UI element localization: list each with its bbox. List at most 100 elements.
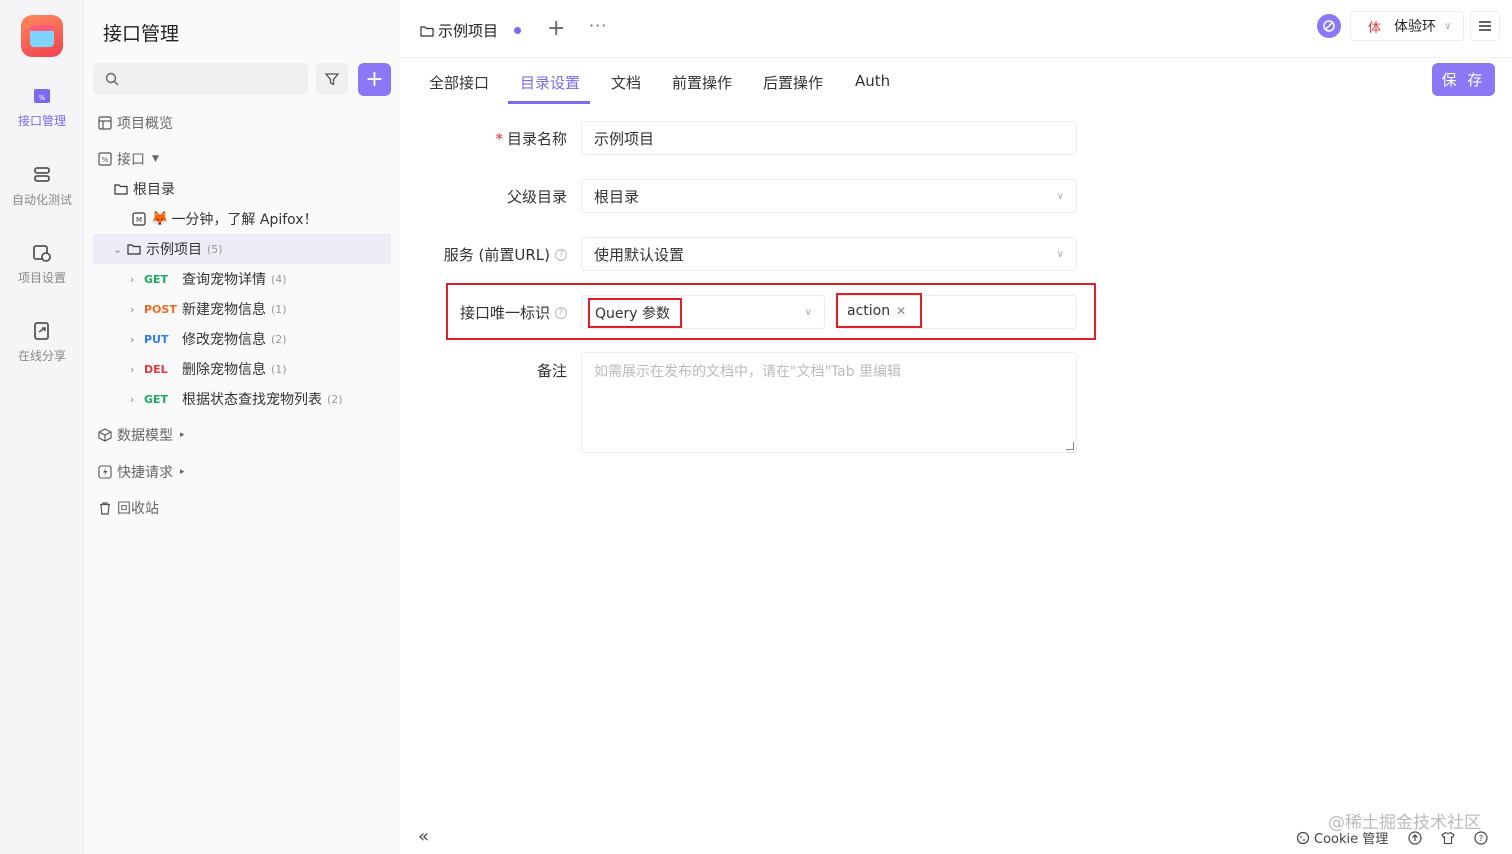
- tree-endpoint[interactable]: › DEL 删除宠物信息 (1): [130, 354, 287, 384]
- tree-endpoint[interactable]: › POST 新建宠物信息 (1): [130, 294, 287, 324]
- chevron-down-icon: ∨: [1056, 191, 1064, 202]
- help-icon[interactable]: ?: [555, 248, 567, 261]
- rail-item-automation[interactable]: 自动化测试: [0, 165, 84, 208]
- tree-root-folder[interactable]: 根目录: [114, 174, 175, 204]
- close-icon[interactable]: ✕: [896, 304, 906, 318]
- tree-folder-example[interactable]: ⌄ 示例项目 (5): [93, 234, 391, 264]
- caret-right-icon: ▸: [180, 467, 185, 477]
- caret-right-icon: ▸: [180, 430, 185, 440]
- sidebar-item-api[interactable]: % 接口 ▼: [98, 144, 159, 174]
- menu-button[interactable]: [1470, 11, 1500, 41]
- required-mark: *: [495, 129, 503, 148]
- search-icon: [105, 72, 119, 86]
- unique-id-type-value: Query 参数: [595, 306, 670, 322]
- chevron-down-icon: ∨: [804, 307, 812, 318]
- cube-icon: [98, 428, 112, 442]
- tab-pre-ops[interactable]: 前置操作: [672, 72, 732, 93]
- svg-text:%: %: [39, 94, 46, 102]
- footer-bar: Cookie 管理 ?: [1296, 828, 1497, 847]
- more-icon[interactable]: ···: [589, 16, 607, 35]
- service-label: 服务 (前置URL)?: [400, 244, 567, 265]
- automation-icon: [34, 167, 50, 182]
- unique-id-label: 接口唯一标识?: [400, 302, 567, 323]
- sync-icon[interactable]: [1317, 14, 1341, 38]
- new-tab-button[interactable]: +: [547, 16, 565, 41]
- sidebar-item-trash[interactable]: 回收站: [98, 493, 159, 523]
- upload-icon[interactable]: [1408, 830, 1422, 845]
- tree-endpoint[interactable]: › GET 查询宠物详情 (4): [130, 264, 287, 294]
- app-rail: % 接口管理 自动化测试 项目设置 在线分享: [0, 0, 84, 854]
- main-panel: 示例项目 + ··· 体 体验环 ∨ 全部接口 目录设置 文档 前置操作 后置操…: [400, 0, 1512, 854]
- folder-icon: [420, 25, 434, 37]
- trash-icon: [100, 502, 110, 515]
- filter-icon: [324, 73, 340, 86]
- svg-text:%: %: [102, 156, 109, 164]
- chevron-down-icon: ⌄: [113, 242, 123, 256]
- tree-endpoint[interactable]: › GET 根据状态查找宠物列表 (2): [130, 384, 343, 414]
- lightning-icon: [98, 465, 112, 479]
- chevron-right-icon: ›: [130, 332, 135, 346]
- chevron-right-icon: ›: [130, 362, 135, 376]
- sidebar-title: 接口管理: [103, 23, 180, 45]
- rail-item-settings[interactable]: 项目设置: [0, 243, 84, 286]
- hamburger-icon: [1479, 21, 1491, 31]
- overview-icon: [98, 116, 112, 130]
- folder-icon: [127, 244, 141, 255]
- tree-endpoint[interactable]: › PUT 修改宠物信息 (2): [130, 324, 287, 354]
- rail-item-share[interactable]: 在线分享: [0, 321, 84, 364]
- rail-item-api[interactable]: % 接口管理: [0, 86, 84, 129]
- api-icon: %: [98, 152, 112, 166]
- plus-icon: +: [365, 66, 384, 92]
- save-button[interactable]: 保 存: [1432, 63, 1495, 96]
- service-select[interactable]: 使用默认设置 ∨: [581, 237, 1077, 271]
- tab-docs[interactable]: 文档: [611, 72, 641, 93]
- chevron-right-icon: ›: [130, 272, 135, 286]
- filter-button[interactable]: [316, 63, 348, 95]
- folder-icon: [114, 184, 128, 195]
- tab-post-ops[interactable]: 后置操作: [763, 72, 823, 93]
- environment-select[interactable]: 体 体验环 ∨: [1350, 11, 1464, 41]
- svg-text:M: M: [136, 216, 142, 224]
- caret-down-icon: ▼: [152, 154, 159, 164]
- svg-text:?: ?: [1479, 834, 1483, 843]
- cookie-icon: [1296, 831, 1310, 844]
- resize-handle[interactable]: [1066, 442, 1074, 450]
- search-input[interactable]: [93, 63, 308, 95]
- cookie-manager-link[interactable]: Cookie 管理: [1314, 828, 1388, 847]
- chevron-right-icon: ›: [130, 392, 135, 406]
- share-icon: [34, 322, 49, 340]
- chevron-right-icon: ›: [130, 302, 135, 316]
- shirt-icon[interactable]: [1441, 831, 1455, 845]
- tab-all-apis[interactable]: 全部接口: [429, 72, 489, 93]
- chevron-down-icon: ∨: [1444, 20, 1452, 32]
- tab-auth[interactable]: Auth: [855, 72, 890, 90]
- help-icon[interactable]: ?: [1474, 830, 1488, 845]
- unsaved-dot: [514, 27, 521, 34]
- name-label: * 目录名称: [495, 129, 567, 149]
- sub-tabs: 全部接口 目录设置 文档 前置操作 后置操作 Auth: [400, 60, 1512, 104]
- api-icon: %: [34, 89, 50, 103]
- sidebar-item-quick[interactable]: 快捷请求 ▸: [98, 457, 185, 487]
- name-field[interactable]: 示例项目: [581, 121, 1077, 155]
- help-icon[interactable]: ?: [555, 306, 567, 319]
- active-tab-indicator: [508, 101, 590, 104]
- markdown-icon: M: [132, 212, 146, 226]
- sidebar: 接口管理 + 项目概览 % 接口 ▼ 根目录 M 🦊 一分钟，了解 Apifox…: [84, 0, 400, 854]
- tab-example-project[interactable]: 示例项目: [420, 20, 498, 41]
- tree-intro-doc[interactable]: M 🦊 一分钟，了解 Apifox！: [132, 204, 318, 234]
- tab-folder-settings[interactable]: 目录设置: [520, 72, 580, 93]
- fox-icon: 🦊: [151, 211, 169, 227]
- note-label: 备注: [536, 362, 567, 380]
- top-bar: 示例项目 + ··· 体 体验环 ∨: [400, 0, 1512, 58]
- note-textarea[interactable]: 如需展示在发布的文档中，请在"文档"Tab 里编辑: [581, 352, 1077, 453]
- sidebar-item-overview[interactable]: 项目概览: [98, 108, 173, 138]
- chevron-down-icon: ∨: [1056, 249, 1064, 260]
- collapse-sidebar-icon[interactable]: «: [418, 826, 429, 847]
- app-logo[interactable]: [21, 15, 63, 57]
- sidebar-item-models[interactable]: 数据模型 ▸: [98, 420, 185, 450]
- add-button[interactable]: +: [358, 63, 391, 96]
- parent-label: 父级目录: [506, 188, 567, 206]
- parent-select[interactable]: 根目录 ∨: [581, 179, 1077, 213]
- settings-icon: [33, 245, 51, 262]
- unique-id-tag[interactable]: action ✕: [847, 303, 906, 319]
